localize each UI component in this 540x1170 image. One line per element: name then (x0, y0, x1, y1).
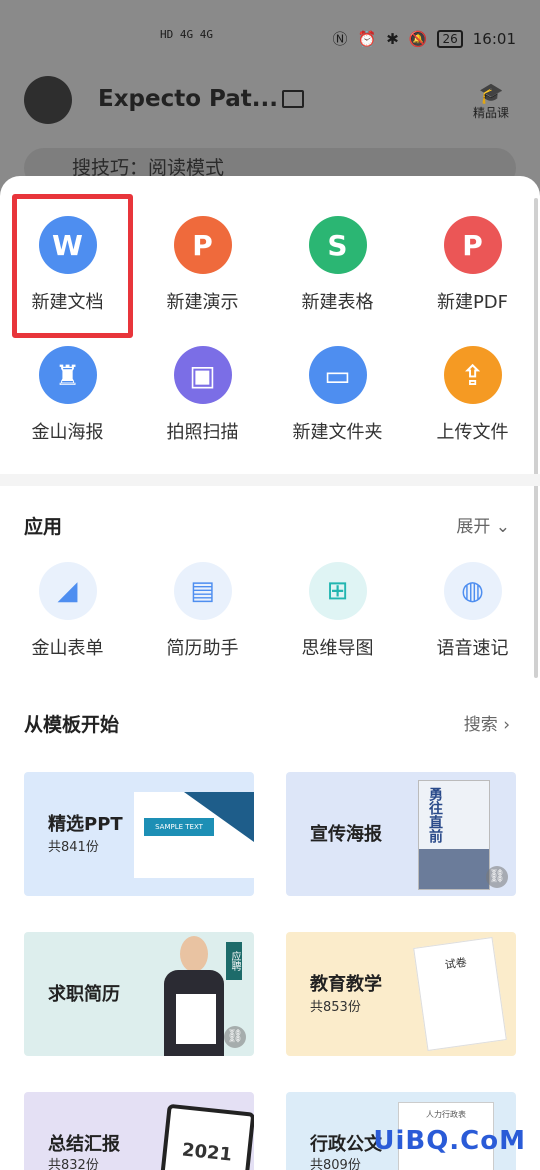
spreadsheet-icon: S (308, 216, 367, 274)
app-mindmap[interactable]: ⊞ 思维导图 (270, 562, 405, 660)
poster-button[interactable]: ♜ 金山海报 (0, 346, 135, 444)
course-button[interactable]: 🎓 精品课 (466, 82, 516, 121)
alarm-icon: ⏰ (357, 29, 377, 48)
template-card-education[interactable]: 教育教学 共853份 试卷 (286, 932, 516, 1056)
resume-icon: ▤ (173, 562, 232, 620)
form-icon: ◢ (38, 562, 97, 620)
network-indicators: HD 4G 4G (160, 28, 213, 41)
app-form[interactable]: ◢ 金山表单 (0, 562, 135, 660)
templates-title: 从模板开始 (24, 714, 120, 736)
card-title: 总结汇报 (48, 1134, 120, 1155)
create-folder-button[interactable]: ▭ 新建文件夹 (270, 346, 405, 444)
upload-file-button[interactable]: ⇪ 上传文件 (405, 346, 540, 444)
card-title: 求职简历 (48, 984, 120, 1005)
app-label: 简历助手 (166, 638, 239, 659)
create-spreadsheet-button[interactable]: S 新建表格 (270, 216, 405, 314)
status-bar: HD 4G 4G Ⓝ ⏰ ✱ 🔕 26 16:01 (0, 26, 540, 54)
card-count: 共841份 (48, 840, 99, 855)
exam-paper-preview: 试卷 (413, 936, 507, 1052)
card-title: 教育教学 (310, 974, 382, 995)
background-app: HD 4G 4G Ⓝ ⏰ ✱ 🔕 26 16:01 Expecto Pat...… (0, 0, 540, 200)
apps-title: 应用 (24, 516, 63, 538)
card-title: 宣传海报 (310, 824, 382, 845)
battery-indicator: 26 (437, 29, 463, 48)
mindmap-icon: ⊞ (308, 562, 367, 620)
ppt-preview: SAMPLE TEXT (134, 792, 254, 878)
avatar[interactable] (24, 76, 72, 124)
template-card-summary[interactable]: 总结汇报 共832份 2021 (24, 1092, 254, 1170)
pdf-icon: P (443, 216, 502, 274)
chevron-right-icon: › (503, 715, 510, 735)
card-count: 共832份 (48, 1158, 99, 1170)
graduation-cap-icon: 🎓 (478, 81, 504, 105)
add-device-icon[interactable] (282, 90, 304, 108)
app-voice-notes[interactable]: ◍ 语音速记 (405, 562, 540, 660)
create-label: 上传文件 (436, 422, 509, 443)
create-label: 金山海报 (31, 422, 104, 443)
app-label: 思维导图 (301, 638, 374, 659)
create-label: 新建演示 (166, 292, 239, 313)
link-icon: ⛓ (486, 866, 508, 888)
section-divider (0, 474, 540, 486)
create-label: 新建文件夹 (292, 422, 383, 443)
card-title: 精选PPT (48, 814, 123, 835)
app-label: 金山表单 (31, 638, 104, 659)
card-count: 共809份 (310, 1158, 361, 1170)
template-card-poster[interactable]: 宣传海报 勇往直前 ⛓ (286, 772, 516, 896)
chevron-down-icon: ⌄ (495, 517, 510, 537)
app-label: 语音速记 (436, 638, 509, 659)
create-pdf-button[interactable]: P 新建PDF (405, 216, 540, 314)
template-search-button[interactable]: 搜索 › (464, 710, 510, 735)
template-card-resume[interactable]: 求职简历 应聘 ⛓ (24, 932, 254, 1056)
person-image (164, 932, 224, 1056)
watermark: UiBQ.CoM (373, 1126, 526, 1156)
search-label: 搜索 (463, 715, 498, 735)
scan-icon: ▣ (173, 346, 232, 404)
mute-icon: 🔕 (408, 29, 428, 48)
expand-label: 展开 (456, 517, 491, 537)
create-label: 新建PDF (436, 292, 509, 313)
card-count: 共853份 (310, 1000, 361, 1015)
link-icon: ⛓ (224, 1026, 246, 1048)
create-presentation-button[interactable]: P 新建演示 (135, 216, 270, 314)
create-sheet: W 新建文档 P 新建演示 S 新建表格 P 新建PDF ♜ 金山海报 ▣ 拍照… (0, 176, 540, 1170)
bluetooth-icon: ✱ (386, 29, 399, 48)
poster-icon: ♜ (38, 346, 97, 404)
presentation-icon: P (173, 216, 232, 274)
create-label: 新建表格 (301, 292, 374, 313)
create-label: 拍照扫描 (166, 422, 239, 443)
tablet-preview: 2021 (156, 1103, 254, 1170)
highlight-box (12, 194, 133, 338)
nfc-icon: Ⓝ (332, 30, 348, 48)
card-title: 行政公文 (310, 1134, 382, 1155)
app-resume[interactable]: ▤ 简历助手 (135, 562, 270, 660)
username[interactable]: Expecto Pat... (98, 86, 278, 112)
voice-icon: ◍ (443, 562, 502, 620)
scan-button[interactable]: ▣ 拍照扫描 (135, 346, 270, 444)
template-card-ppt[interactable]: 精选PPT 共841份 SAMPLE TEXT (24, 772, 254, 896)
folder-icon: ▭ (308, 346, 367, 404)
course-label: 精品课 (472, 106, 509, 120)
upload-icon: ⇪ (443, 346, 502, 404)
poster-preview: 勇往直前 (418, 780, 490, 890)
clock: 16:01 (472, 29, 516, 48)
expand-button[interactable]: 展开 ⌄ (456, 512, 510, 537)
